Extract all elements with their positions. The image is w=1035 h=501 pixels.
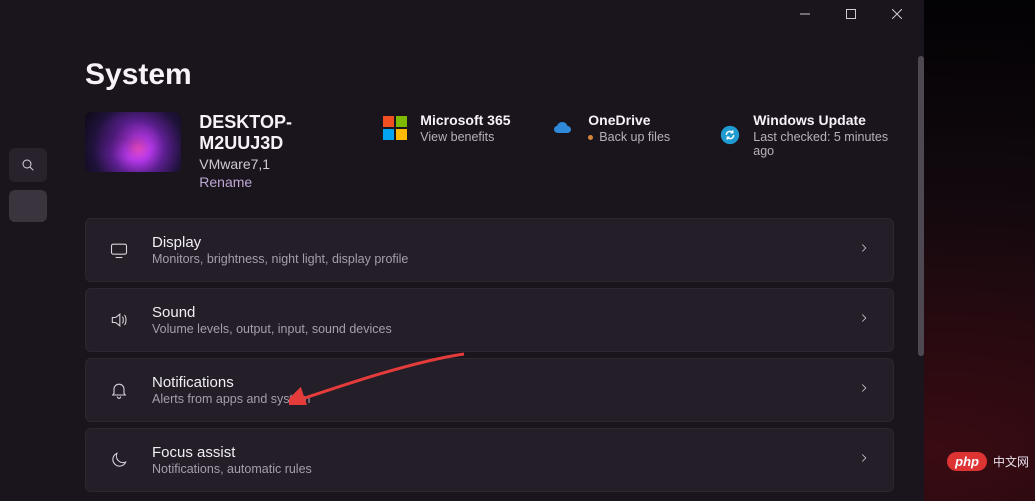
device-info: DESKTOP-M2UUJ3D VMware7,1 Rename (199, 112, 364, 190)
row-notifications[interactable]: Notifications Alerts from apps and syste… (85, 358, 894, 422)
maximize-button[interactable] (828, 0, 874, 28)
display-icon (108, 240, 130, 260)
system-header: DESKTOP-M2UUJ3D VMware7,1 Rename Microso… (85, 112, 894, 190)
device-wallpaper[interactable] (85, 112, 181, 172)
bell-icon (108, 380, 130, 400)
chevron-right-icon (857, 381, 871, 400)
main-content: System DESKTOP-M2UUJ3D VMware7,1 Rename … (55, 28, 924, 501)
row-subtitle: Volume levels, output, input, sound devi… (152, 322, 835, 336)
tile-title: Windows Update (753, 112, 894, 128)
sound-icon (108, 310, 130, 330)
tile-title: Microsoft 365 (420, 112, 510, 128)
moon-icon (108, 450, 130, 470)
onedrive-icon (550, 115, 576, 141)
rename-link[interactable]: Rename (199, 174, 364, 190)
row-focus-assist[interactable]: Focus assist Notifications, automatic ru… (85, 428, 894, 492)
device-model: VMware7,1 (199, 156, 364, 172)
row-sound[interactable]: Sound Volume levels, output, input, soun… (85, 288, 894, 352)
row-subtitle: Notifications, automatic rules (152, 462, 835, 476)
close-button[interactable] (874, 0, 920, 28)
tile-onedrive[interactable]: OneDrive Back up files (550, 112, 700, 144)
tile-title: OneDrive (588, 112, 670, 128)
row-subtitle: Monitors, brightness, night light, displ… (152, 252, 835, 266)
search-button[interactable] (9, 148, 47, 182)
tile-windows-update[interactable]: Windows Update Last checked: 5 minutes a… (718, 112, 894, 158)
row-title: Focus assist (152, 444, 835, 461)
settings-window: System DESKTOP-M2UUJ3D VMware7,1 Rename … (0, 0, 924, 501)
watermark-badge: php (947, 452, 987, 471)
nav-column (0, 28, 55, 501)
tile-microsoft365[interactable]: Microsoft 365 View benefits (382, 112, 532, 144)
watermark-text: 中文网 (993, 453, 1029, 470)
chevron-right-icon (857, 311, 871, 330)
update-icon (718, 122, 741, 148)
minimize-icon (800, 9, 810, 19)
page-title: System (85, 58, 894, 92)
row-title: Notifications (152, 374, 835, 391)
search-icon (20, 157, 36, 173)
tile-subtitle: View benefits (420, 130, 510, 144)
tile-subtitle: Last checked: 5 minutes ago (753, 130, 894, 158)
chevron-right-icon (857, 241, 871, 260)
close-icon (892, 9, 902, 19)
scrollbar[interactable] (918, 56, 924, 356)
nav-selected-item[interactable] (9, 190, 47, 222)
device-name: DESKTOP-M2UUJ3D (199, 112, 364, 154)
chevron-right-icon (857, 451, 871, 470)
maximize-icon (846, 9, 856, 19)
status-dot-icon (588, 135, 593, 140)
microsoft-icon (382, 115, 408, 141)
watermark: php 中文网 (947, 452, 1029, 471)
row-title: Sound (152, 304, 835, 321)
titlebar (0, 0, 924, 28)
row-title: Display (152, 234, 835, 251)
row-display[interactable]: Display Monitors, brightness, night ligh… (85, 218, 894, 282)
settings-list: Display Monitors, brightness, night ligh… (85, 218, 894, 492)
minimize-button[interactable] (782, 0, 828, 28)
tile-subtitle: Back up files (588, 130, 670, 144)
row-subtitle: Alerts from apps and system (152, 392, 835, 406)
